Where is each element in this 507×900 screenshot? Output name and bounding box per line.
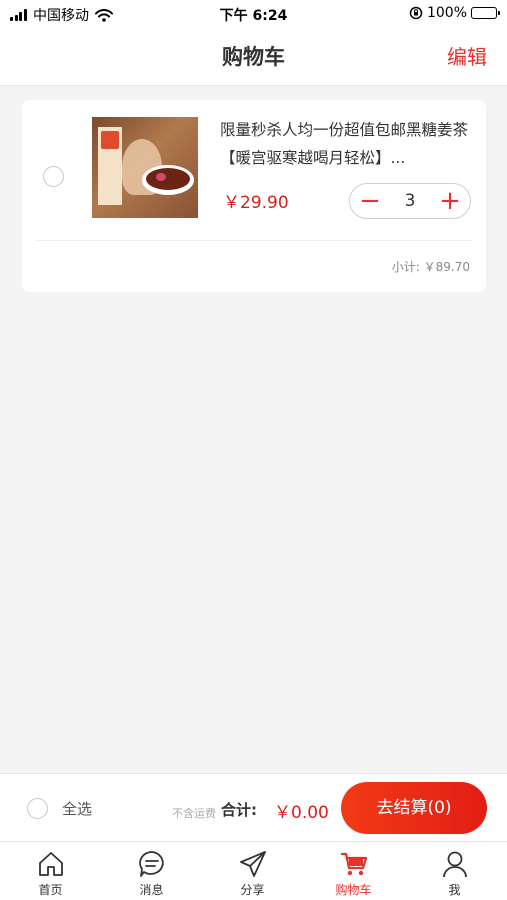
shipping-note: 不含运费 <box>172 807 216 820</box>
tab-share[interactable]: 分享 <box>202 842 303 900</box>
select-all-label[interactable]: 全选 <box>62 798 92 819</box>
cart-icon <box>340 852 367 876</box>
message-icon <box>138 851 164 877</box>
tab-me[interactable]: 我 <box>404 842 505 900</box>
increase-quantity-button[interactable]: + <box>432 184 468 218</box>
home-icon <box>38 852 63 876</box>
tab-messages[interactable]: 消息 <box>101 842 202 900</box>
navigation-bar: 购物车 编辑 <box>0 28 507 86</box>
total-value: ￥0.00 <box>274 803 329 823</box>
orientation-lock-icon <box>409 6 423 20</box>
quantity-value[interactable]: 3 <box>386 184 434 218</box>
divider <box>36 240 472 241</box>
item-select-checkbox[interactable] <box>43 166 64 187</box>
tab-label: 分享 <box>240 883 265 897</box>
user-icon <box>442 851 467 878</box>
quantity-stepper: − 3 + <box>349 183 471 219</box>
tab-label: 消息 <box>139 883 164 897</box>
status-bar: 中国移动 下午 6:24 100% <box>0 0 507 28</box>
tab-label: 购物车 <box>335 883 372 897</box>
share-icon <box>239 851 266 877</box>
tab-bar: 首页 消息 分享 购物车 我 <box>0 841 507 900</box>
checkout-button[interactable]: 去结算(0) <box>341 782 487 834</box>
checkout-bar: 全选 不含运费 合计: ￥0.00 去结算(0) <box>0 773 507 841</box>
total-label: 合计: <box>221 801 257 819</box>
tab-home[interactable]: 首页 <box>0 842 101 900</box>
product-price: ￥29.90 <box>223 193 289 213</box>
product-image[interactable] <box>92 117 198 218</box>
edit-button[interactable]: 编辑 <box>447 41 487 70</box>
status-right: 100% <box>409 5 500 21</box>
page-title: 购物车 <box>222 45 285 69</box>
select-all-checkbox[interactable] <box>27 798 48 819</box>
decrease-quantity-button[interactable]: − <box>352 184 388 218</box>
tab-label: 我 <box>448 883 461 897</box>
battery-percent: 100% <box>426 5 467 21</box>
cart-item-card: 限量秒杀人均一份超值包邮黑糖姜茶【暖宫驱寒越喝月轻松】... ￥29.90 − … <box>22 100 486 292</box>
product-title[interactable]: 限量秒杀人均一份超值包邮黑糖姜茶【暖宫驱寒越喝月轻松】... <box>220 116 468 172</box>
tab-cart[interactable]: 购物车 <box>303 842 404 900</box>
item-subtotal: 小计: ￥89.70 <box>391 260 470 274</box>
tab-label: 首页 <box>38 883 63 897</box>
battery-icon <box>471 7 500 19</box>
